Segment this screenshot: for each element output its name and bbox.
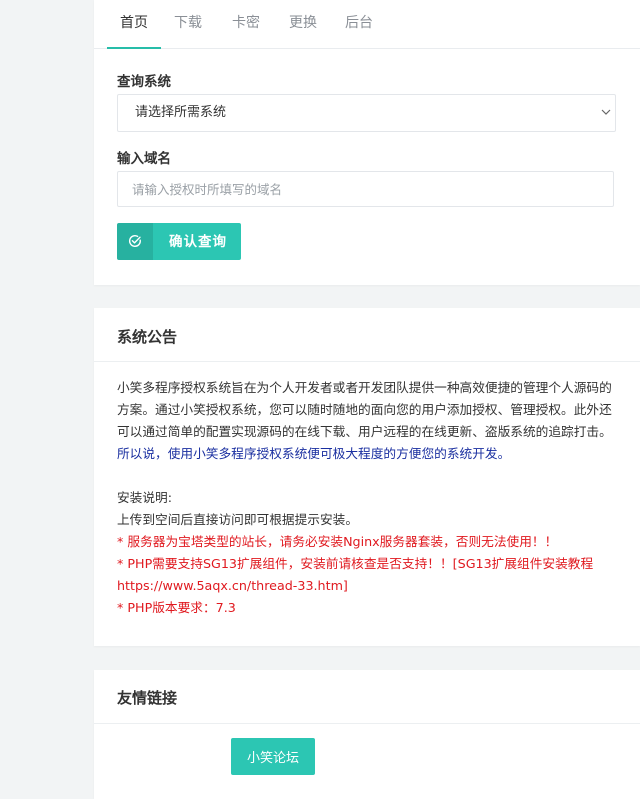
tab-replace[interactable]: 更换 [283, 0, 323, 48]
warning-nginx: * 服务器为宝塔类型的站长，请务必安装Nginx服务器套装，否则无法使用！！ [117, 534, 558, 549]
notice-intro-highlight: 所以说，使用小笑多程序授权系统便可极大程度的方便您的系统开发。 [117, 446, 511, 461]
warning-php-version: * PHP版本要求：7.3 [117, 600, 236, 615]
notice-intro: 小笑多程序授权系统旨在为个人开发者或者开发团队提供一种高效便捷的管理个人源码的方… [117, 380, 612, 439]
link-button-xiaoxiao-forum[interactable]: 小笑论坛 [231, 738, 315, 775]
domain-input-label: 输入域名 [117, 151, 171, 167]
nav-tabs: 首页 下载 卡密 更换 后台 [94, 0, 640, 49]
confirm-query-label: 确认查询 [169, 234, 227, 249]
chevron-down-icon [601, 109, 611, 115]
install-step: 上传到空间后直接访问即可根据提示安装。 [117, 512, 359, 527]
system-select-value: 请选择所需系统 [135, 105, 227, 120]
tab-download[interactable]: 下载 [168, 0, 208, 48]
links-title: 友情链接 [117, 689, 178, 707]
confirm-query-button[interactable]: 确认查询 [117, 223, 241, 260]
notice-intro-paragraph: 小笑多程序授权系统旨在为个人开发者或者开发团队提供一种高效便捷的管理个人源码的方… [117, 377, 617, 465]
tab-home[interactable]: 首页 [107, 0, 161, 49]
notice-card: 系统公告 小笑多程序授权系统旨在为个人开发者或者开发团队提供一种高效便捷的管理个… [94, 308, 640, 646]
links-card: 友情链接 [94, 670, 640, 799]
tab-card-key[interactable]: 卡密 [226, 0, 266, 48]
system-select[interactable]: 请选择所需系统 [117, 94, 616, 132]
query-card: 首页 下载 卡密 更换 后台 查询系统 请选择所需系统 输入域名 确认查询 [94, 0, 640, 285]
install-title: 安装说明: [117, 490, 173, 505]
domain-input[interactable] [117, 171, 614, 207]
notice-body: 小笑多程序授权系统旨在为个人开发者或者开发团队提供一种高效便捷的管理个人源码的方… [117, 377, 617, 619]
check-circle-icon [128, 235, 141, 247]
warning-sg13: * PHP需要支持SG13扩展组件，安装前请核查是否支持！！[SG13扩展组件安… [117, 556, 594, 593]
tab-admin[interactable]: 后台 [339, 0, 379, 48]
notice-title: 系统公告 [117, 328, 178, 346]
notice-divider [94, 361, 640, 362]
links-divider [94, 723, 640, 724]
system-select-label: 查询系统 [117, 74, 171, 90]
confirm-icon-wrap [117, 223, 153, 260]
